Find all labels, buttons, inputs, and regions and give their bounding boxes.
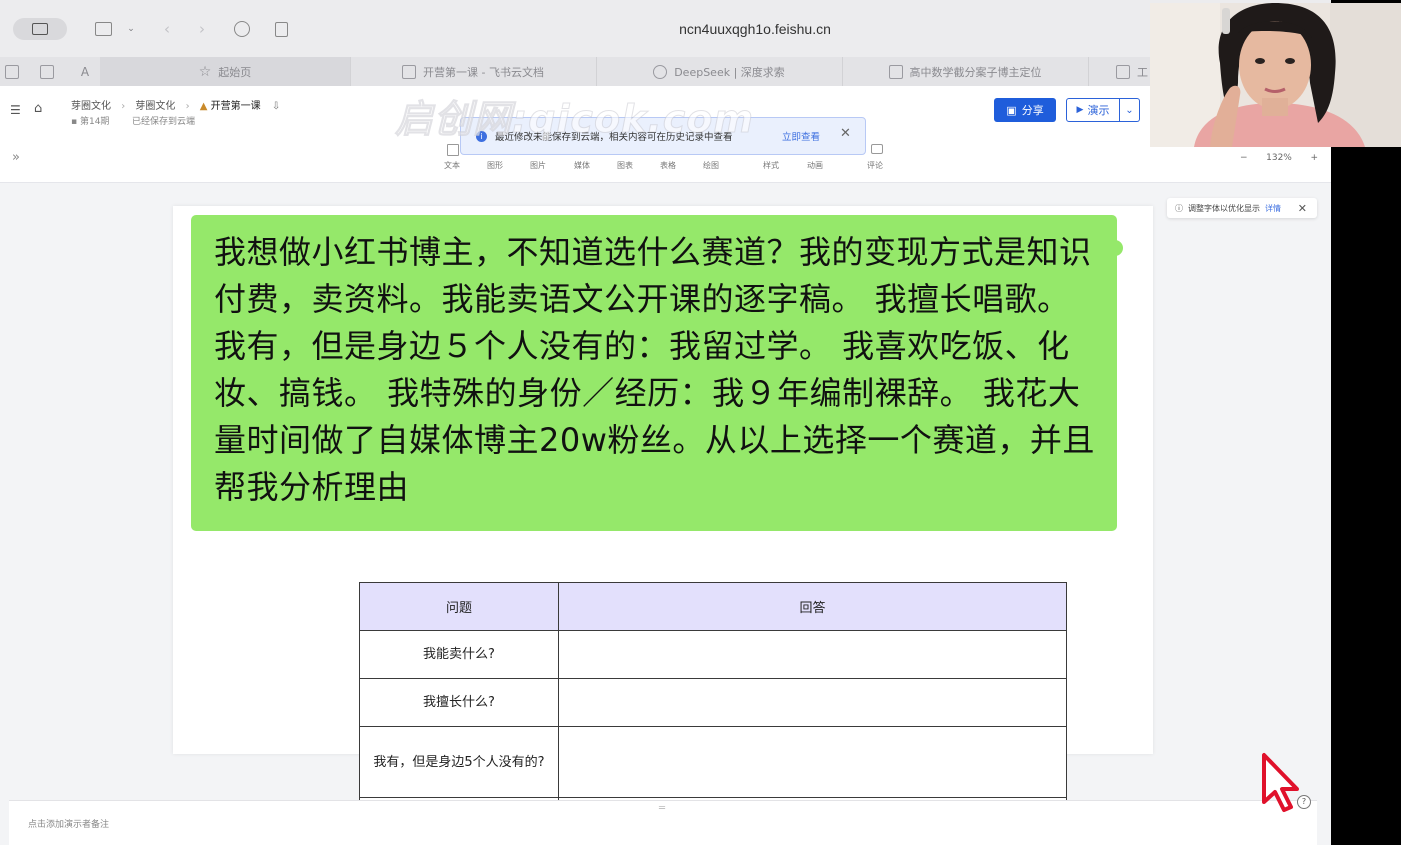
tool-draw[interactable]: 绘图 <box>703 160 719 171</box>
close-icon[interactable]: ✕ <box>1298 202 1307 215</box>
help-icon[interactable]: ? <box>1297 795 1311 809</box>
sidebar-toggle-button[interactable] <box>92 18 114 40</box>
bubble-text: 我想做小红书博主，不知道选什么赛道？我的变现方式是知识付费，卖资料。我能卖语文公… <box>214 233 1095 506</box>
zoom-in-button[interactable]: + <box>1310 153 1318 163</box>
presenter-notes-bar[interactable]: ═ 点击添加演示者备注 <box>9 800 1317 845</box>
tab-grid-icon <box>5 64 19 79</box>
question-cell: 我能卖什么? <box>359 630 559 679</box>
tab-overview-icon[interactable] <box>0 57 24 86</box>
text-tool-icon <box>447 144 459 156</box>
answer-cell[interactable] <box>558 678 1067 727</box>
zoom-level: 132% <box>1266 153 1292 163</box>
webcam-overlay <box>1150 3 1401 147</box>
mouse-cursor-icon <box>1262 753 1299 812</box>
meta-label: ▪ 第14期 <box>71 117 110 127</box>
table-header-row: 问题 回答 <box>359 582 1067 631</box>
back-button[interactable]: ‹ <box>158 18 176 40</box>
tab-font-icon[interactable]: A <box>74 57 96 86</box>
save-status: 已经保存到云端 <box>132 117 196 127</box>
bubble-tail <box>1113 240 1123 256</box>
share-icon: ▣ <box>1006 103 1017 117</box>
bookmark-icon <box>40 64 54 79</box>
close-icon[interactable]: ✕ <box>840 126 851 141</box>
breadcrumb: 芽圈文化 › 芽圈文化 › ▲ 开营第一课 ⇩ <box>71 97 280 112</box>
breadcrumb-item[interactable]: 芽圈文化 <box>135 101 175 112</box>
window-icon <box>32 23 48 35</box>
outline-icon[interactable]: ☰ <box>10 103 21 117</box>
play-icon: ▶ <box>1076 105 1084 115</box>
doc-icon <box>1116 64 1130 79</box>
doc-icon <box>888 64 903 79</box>
answer-cell[interactable] <box>558 630 1067 679</box>
table-row[interactable]: 我能卖什么? <box>359 630 1067 679</box>
present-options-button[interactable]: ⌄ <box>1120 98 1140 122</box>
zoom-out-button[interactable]: − <box>1240 153 1248 163</box>
view-history-link[interactable]: 立即查看 <box>782 129 820 143</box>
tab-feishu-doc[interactable]: 开营第一课 - 飞书云文档 <box>350 57 597 86</box>
tool-shape[interactable]: 图形 <box>487 160 503 171</box>
tab-positioning-doc[interactable]: 高中数学截分案子博主定位 <box>842 57 1089 86</box>
folder-icon: ▪ <box>71 117 78 127</box>
home-icon[interactable]: ⌂ <box>34 101 42 116</box>
tip-details-link[interactable]: 详情 <box>1265 203 1281 214</box>
comment-icon <box>871 144 883 154</box>
chevron-down-icon[interactable]: ⌄ <box>124 18 138 40</box>
breadcrumb-item[interactable]: 芽圈文化 <box>71 101 111 112</box>
slide-canvas[interactable]: 我想做小红书博主，不知道选什么赛道？我的变现方式是知识付费，卖资料。我能卖语文公… <box>173 206 1153 845</box>
zoom-control: − 132% + <box>1240 150 1318 166</box>
expand-panel-icon[interactable]: » <box>12 150 20 165</box>
present-button[interactable]: ▶ 演示 <box>1066 98 1120 122</box>
screen-border <box>1331 147 1401 845</box>
doc-icon <box>402 64 417 79</box>
question-cell: 我有，但是身边5个人没有的? <box>359 726 559 798</box>
font-tip: ⓘ 调整字体以优化显示 详情 ✕ <box>1167 198 1317 218</box>
tab-deepseek[interactable]: DeepSeek | 深度求索 <box>596 57 843 86</box>
tool-media[interactable]: 媒体 <box>574 160 590 171</box>
history-icon[interactable] <box>232 18 252 40</box>
tab-strip: A ☆ 起始页 开营第一课 - 飞书云文档 DeepSeek | 深度求索 高中… <box>0 57 1331 87</box>
question-cell: 我擅长什么? <box>359 678 559 727</box>
chevron-right-icon: › <box>185 101 190 112</box>
tool-image[interactable]: 图片 <box>530 160 546 171</box>
tool-chart[interactable]: 图表 <box>617 160 633 171</box>
sidebar-icon <box>94 22 112 36</box>
table-row[interactable]: 我擅长什么? <box>359 678 1067 727</box>
star-icon: ☆ <box>198 63 212 80</box>
notes-placeholder: 点击添加演示者备注 <box>28 820 110 830</box>
answer-cell[interactable] <box>558 726 1067 798</box>
window-toggle-button[interactable] <box>13 18 67 40</box>
tab-start-page[interactable]: ☆ 起始页 <box>100 57 351 86</box>
browser-toolbar: ⌄ ‹ › ncn4uuxqgh1o.feishu.cn <box>0 0 1331 58</box>
chat-bubble: 我想做小红书博主，不知道选什么赛道？我的变现方式是知识付费，卖资料。我能卖语文公… <box>191 215 1117 531</box>
bag-icon: ▲ <box>199 101 208 112</box>
whale-icon <box>653 64 668 79</box>
browser-window: ⌄ ‹ › ncn4uuxqgh1o.feishu.cn A ☆ 起始页 开营第… <box>0 0 1331 845</box>
tool-table[interactable]: 表格 <box>660 160 676 171</box>
doc-title: 开营第一课 <box>210 101 261 112</box>
tab-bookmark-icon[interactable] <box>36 57 58 86</box>
resize-handle[interactable]: ═ <box>659 803 665 814</box>
tool-comment[interactable]: 评论 <box>867 160 883 171</box>
watermark: 启创网:qicok.com <box>395 97 754 142</box>
tool-animation[interactable]: 动画 <box>807 160 823 171</box>
address-bar[interactable]: ncn4uuxqgh1o.feishu.cn <box>500 16 1010 42</box>
column-header-answer: 回答 <box>558 582 1067 631</box>
tool-style[interactable]: 样式 <box>763 160 779 171</box>
share-button[interactable]: ▣ 分享 <box>994 98 1056 122</box>
tool-text[interactable]: 文本 <box>444 160 460 171</box>
chevron-right-icon: › <box>121 101 126 112</box>
reader-icon[interactable] <box>272 18 290 40</box>
info-icon: ⓘ <box>1175 203 1183 213</box>
table-row[interactable]: 我有，但是身边5个人没有的? <box>359 726 1067 798</box>
forward-button[interactable]: › <box>193 18 211 40</box>
column-header-question: 问题 <box>359 582 559 631</box>
pin-icon[interactable]: ⇩ <box>272 101 280 112</box>
